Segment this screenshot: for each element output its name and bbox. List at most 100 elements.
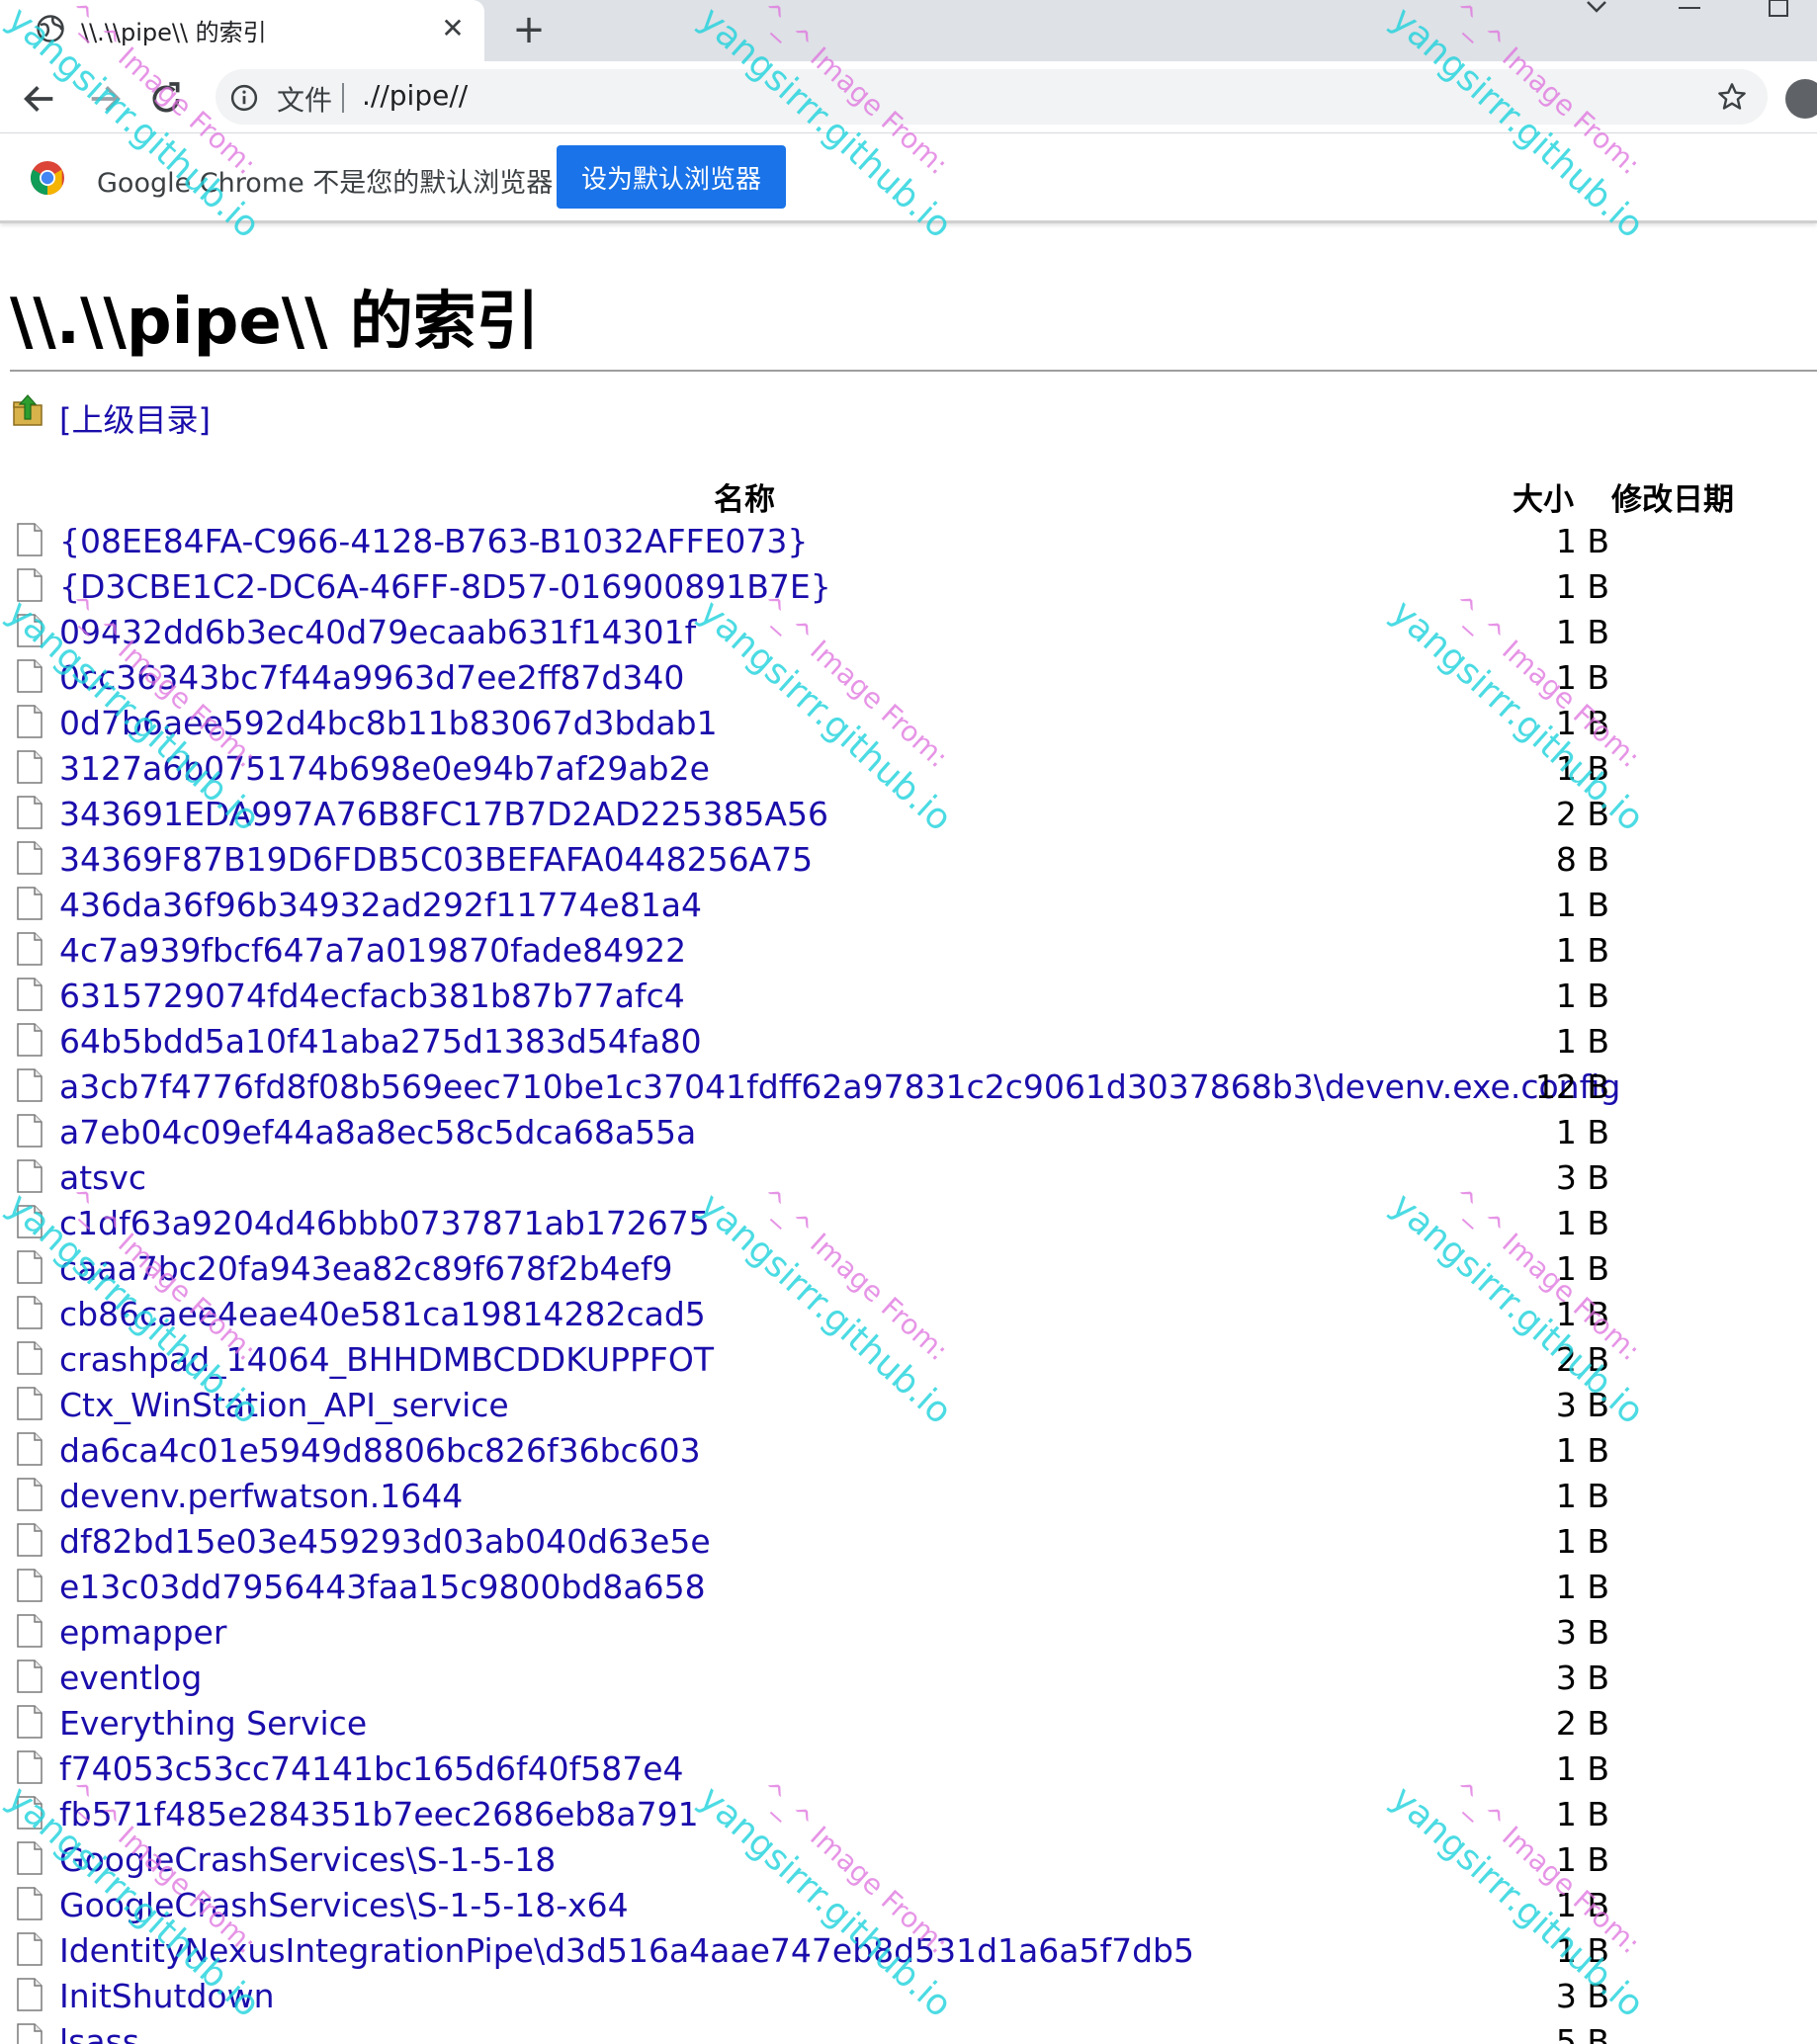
- directory-listing-page: \\.\\pipe\\ 的索引 [上级目录] 名称 大小 修改日期 {08EE8…: [0, 223, 1817, 2044]
- file-size: 1 B: [1555, 886, 1609, 924]
- file-size: 1 B: [1555, 1113, 1609, 1151]
- file-link[interactable]: GoogleCrashServices\S-1-5-18-x64: [59, 1884, 629, 1927]
- file-link[interactable]: fb571f485e284351b7eec2686eb8a791: [59, 1793, 699, 1836]
- file-size: 1 B: [1555, 931, 1609, 970]
- default-browser-infobar: Google Chrome 不是您的默认浏览器 设为默认浏览器: [0, 133, 1817, 223]
- file-link[interactable]: 6315729074fd4ecfacb381b87b77afc4: [59, 975, 685, 1018]
- file-link[interactable]: e13c03dd7956443faa15c9800bd8a658: [59, 1566, 706, 1609]
- file-row: 3127a6b075174b698e0e94b7af29ab2e 1 B: [0, 747, 1817, 793]
- file-icon: [17, 568, 43, 602]
- address-bar[interactable]: 文件 .//pipe//: [216, 69, 1768, 125]
- file-link[interactable]: 0d7b6aee592d4bc8b11b83067d3bdab1: [59, 702, 718, 745]
- file-link[interactable]: a3cb7f4776fd8f08b569eec710be1c37041fdff6…: [59, 1065, 1620, 1109]
- file-link[interactable]: caaa7bc20fa943ea82c89f678f2b4ef9: [59, 1247, 672, 1291]
- file-size: 1 B: [1555, 1295, 1609, 1333]
- page-title: \\.\\pipe\\ 的索引: [10, 286, 540, 359]
- file-link[interactable]: Everything Service: [59, 1702, 367, 1746]
- file-link[interactable]: c1df63a9204d46bbb0737871ab172675: [59, 1202, 710, 1245]
- column-header-name[interactable]: 名称: [714, 474, 775, 519]
- file-link[interactable]: GoogleCrashServices\S-1-5-18: [59, 1838, 556, 1882]
- file-size: 1 B: [1555, 522, 1609, 560]
- file-row: a7eb04c09ef44a8a8ec58c5dca68a55a 1 B: [0, 1111, 1817, 1156]
- file-row: 0d7b6aee592d4bc8b11b83067d3bdab1 1 B: [0, 702, 1817, 747]
- file-link[interactable]: 34369F87B19D6FDB5C03BEFAFA0448256A75: [59, 838, 813, 882]
- reload-icon[interactable]: [146, 79, 186, 119]
- file-row: 09432dd6b3ec40d79ecaab631f14301f 1 B: [0, 611, 1817, 656]
- maximize-icon[interactable]: [1764, 0, 1793, 20]
- file-size: 1 B: [1555, 1931, 1609, 1970]
- file-icon: [17, 1068, 43, 1102]
- file-row: 6315729074fd4ecfacb381b87b77afc4 1 B: [0, 975, 1817, 1020]
- file-icon: [17, 1614, 43, 1648]
- tab-search-chevron-icon[interactable]: [1580, 0, 1613, 20]
- parent-directory-link[interactable]: [上级目录]: [59, 395, 211, 441]
- file-link[interactable]: 3127a6b075174b698e0e94b7af29ab2e: [59, 747, 710, 791]
- info-icon[interactable]: [229, 83, 259, 113]
- file-link[interactable]: 343691EDA997A76B8FC17B7D2AD225385A56: [59, 793, 828, 836]
- new-tab-button[interactable]: +: [506, 8, 552, 53]
- file-link[interactable]: epmapper: [59, 1611, 226, 1655]
- file-row: Ctx_WinStation_API_service 3 B: [0, 1384, 1817, 1429]
- column-header-modified[interactable]: 修改日期: [1611, 474, 1734, 519]
- file-size: 1 B: [1555, 1522, 1609, 1561]
- set-default-browser-button[interactable]: 设为默认浏览器: [557, 145, 786, 209]
- file-icon: [17, 1660, 43, 1693]
- file-size: 1 B: [1555, 1795, 1609, 1833]
- active-tab[interactable]: \\.\\pipe\\ 的索引 ✕: [0, 0, 484, 61]
- file-icon: [17, 1750, 43, 1784]
- bookmark-star-icon[interactable]: [1716, 81, 1748, 113]
- file-link[interactable]: f74053c53cc74141bc165d6f40f587e4: [59, 1747, 684, 1791]
- file-link[interactable]: 4c7a939fbcf647a7a019870fade84922: [59, 929, 686, 973]
- file-row: 4c7a939fbcf647a7a019870fade84922 1 B: [0, 929, 1817, 975]
- back-arrow-icon[interactable]: [20, 79, 59, 119]
- file-link[interactable]: {08EE84FA-C966-4128-B763-B1032AFFE073}: [59, 520, 808, 563]
- file-size: 1 B: [1555, 1840, 1609, 1879]
- file-link[interactable]: lsass: [59, 2020, 139, 2044]
- file-icon: [17, 1205, 43, 1238]
- file-link[interactable]: 09432dd6b3ec40d79ecaab631f14301f: [59, 611, 696, 654]
- file-link[interactable]: devenv.perfwatson.1644: [59, 1475, 463, 1518]
- file-size: 3 B: [1555, 1613, 1609, 1652]
- scheme-label: 文件: [277, 84, 333, 117]
- file-link[interactable]: 64b5bdd5a10f41aba275d1383d54fa80: [59, 1020, 702, 1064]
- file-link[interactable]: crashpad_14064_BHHDMBCDDKUPPFOT: [59, 1338, 714, 1382]
- file-icon: [17, 1796, 43, 1830]
- file-link[interactable]: 0cc36343bc7f44a9963d7ee2ff87d340: [59, 656, 684, 700]
- file-icon: [17, 1523, 43, 1557]
- close-tab-icon[interactable]: ✕: [435, 11, 471, 46]
- url-text[interactable]: .//pipe//: [362, 79, 468, 112]
- file-row: 64b5bdd5a10f41aba275d1383d54fa80 1 B: [0, 1020, 1817, 1065]
- file-link[interactable]: df82bd15e03e459293d03ab040d63e5e: [59, 1520, 711, 1564]
- column-header-size[interactable]: 大小: [1513, 474, 1574, 519]
- file-icon: [17, 887, 43, 920]
- file-link[interactable]: da6ca4c01e5949d8806bc826f36bc603: [59, 1429, 701, 1473]
- file-size: 1 B: [1555, 658, 1609, 697]
- forward-arrow-icon[interactable]: [85, 79, 125, 119]
- minimize-icon[interactable]: [1675, 0, 1704, 20]
- file-icon: [17, 750, 43, 784]
- file-row: eventlog 3 B: [0, 1657, 1817, 1702]
- file-icon: [17, 1432, 43, 1466]
- file-icon: [17, 932, 43, 966]
- file-link[interactable]: {D3CBE1C2-DC6A-46FF-8D57-016900891B7E}: [59, 565, 831, 609]
- file-link[interactable]: eventlog: [59, 1657, 202, 1700]
- file-link[interactable]: a7eb04c09ef44a8a8ec58c5dca68a55a: [59, 1111, 696, 1154]
- file-row: GoogleCrashServices\S-1-5-18-x64 1 B: [0, 1884, 1817, 1929]
- file-link[interactable]: atsvc: [59, 1156, 146, 1200]
- file-link[interactable]: cb86caee4eae40e581ca19814282cad5: [59, 1293, 706, 1336]
- file-link[interactable]: InitShutdown: [59, 1975, 275, 2018]
- profile-avatar-icon[interactable]: [1785, 79, 1817, 119]
- file-row: epmapper 3 B: [0, 1611, 1817, 1657]
- file-row: crashpad_14064_BHHDMBCDDKUPPFOT 2 B: [0, 1338, 1817, 1384]
- file-row: Everything Service 2 B: [0, 1702, 1817, 1747]
- file-link[interactable]: Ctx_WinStation_API_service: [59, 1384, 509, 1427]
- file-size: 2 B: [1555, 1704, 1609, 1743]
- file-row: InitShutdown 3 B: [0, 1975, 1817, 2020]
- file-icon: [17, 1478, 43, 1511]
- file-link[interactable]: 436da36f96b34932ad292f11774e81a4: [59, 884, 702, 927]
- file-size: 1 B: [1555, 1886, 1609, 1924]
- file-row: atsvc 3 B: [0, 1156, 1817, 1202]
- file-icon: [17, 1341, 43, 1375]
- file-link[interactable]: IdentityNexusIntegrationPipe\d3d516a4aae…: [59, 1929, 1194, 1973]
- file-size: 8 B: [1555, 840, 1609, 879]
